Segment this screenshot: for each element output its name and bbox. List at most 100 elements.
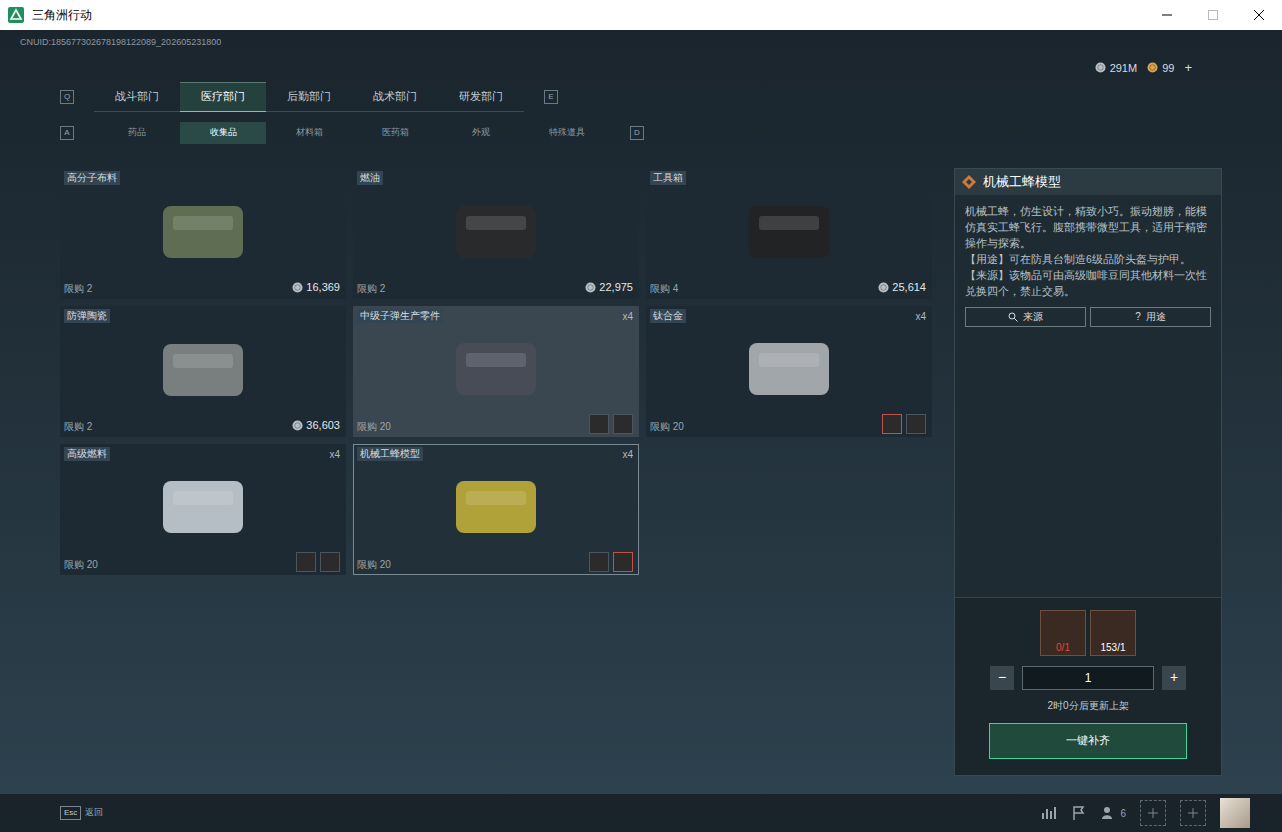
item-card[interactable]: 钛合金x4限购 20 xyxy=(646,306,932,437)
coin-icon xyxy=(585,282,596,293)
category-tab[interactable]: 药品 xyxy=(94,122,180,144)
item-name: 机械工蜂模型 xyxy=(357,447,423,461)
detail-header: 机械工蜂模型 xyxy=(955,169,1221,195)
item-limit: 限购 4 xyxy=(650,281,678,296)
material-slot xyxy=(589,414,609,434)
material-slot xyxy=(589,552,609,572)
coin-icon xyxy=(878,282,889,293)
category-tab[interactable]: 医药箱 xyxy=(352,122,438,144)
detail-title: 机械工蜂模型 xyxy=(983,172,1061,192)
key-hint: E xyxy=(544,90,558,104)
detail-panel: 机械工蜂模型机械工蜂，仿生设计，精致小巧。振动翅膀，能模仿真实工蜂飞行。腹部携带… xyxy=(954,168,1222,776)
minimize-button[interactable] xyxy=(1144,0,1190,30)
category-tab[interactable]: 特殊道具 xyxy=(524,122,610,144)
material-box[interactable]: 0/1 xyxy=(1040,610,1086,656)
key-hint: A xyxy=(60,126,74,140)
title-bar: 三角洲行动 xyxy=(0,0,1282,30)
material-slot xyxy=(296,552,316,572)
item-image xyxy=(436,467,556,547)
item-limit: 限购 20 xyxy=(357,419,391,434)
department-tab[interactable]: 医疗部门 xyxy=(180,82,266,112)
player-avatar[interactable] xyxy=(1220,798,1250,828)
item-name: 中级子弹生产零件 xyxy=(357,309,443,323)
department-tab[interactable]: 后勤部门 xyxy=(266,82,352,112)
material-box[interactable]: 153/1 xyxy=(1090,610,1136,656)
item-card[interactable]: 高级燃料 x4 限购 20 xyxy=(60,444,346,575)
department-tab[interactable]: 战术部门 xyxy=(352,82,438,112)
uid-text: CNUID:185677302678198122089_202605231800 xyxy=(20,36,221,50)
item-count: x4 xyxy=(622,309,635,324)
item-image xyxy=(729,192,849,272)
item-image xyxy=(436,192,556,272)
department-tab[interactable]: 战斗部门 xyxy=(94,82,180,112)
currency: 291M xyxy=(1095,60,1138,77)
bottom-bar: Esc 返回 6 xyxy=(0,794,1282,832)
item-name: 工具箱 xyxy=(650,171,686,185)
app-window: 三角洲行动CNUID:185677302678198122089_2026052… xyxy=(0,0,1282,832)
category-tabs: A 药品收集品材料箱医药箱外观特殊道具 D xyxy=(0,122,1282,144)
plus-icon xyxy=(1188,808,1198,818)
back-label[interactable]: 返回 xyxy=(85,806,103,820)
coin-icon xyxy=(1147,62,1158,73)
esc-key[interactable]: Esc xyxy=(60,806,81,820)
material-count: 0/1 xyxy=(1056,640,1070,655)
item-card[interactable]: 高分子布料限购 2 16,369 xyxy=(60,168,346,299)
flag-icon[interactable] xyxy=(1071,805,1087,821)
maximize-button[interactable] xyxy=(1190,0,1236,30)
plus-icon xyxy=(1148,808,1158,818)
plus-button[interactable]: + xyxy=(1162,666,1186,690)
item-name: 钛合金 xyxy=(650,309,686,323)
item-count: x4 xyxy=(329,447,342,462)
top-row: CNUID:185677302678198122089_202605231800… xyxy=(0,30,1282,78)
close-button[interactable] xyxy=(1236,0,1282,30)
invite-slot[interactable] xyxy=(1180,800,1206,826)
department-tabs: Q 战斗部门医疗部门后勤部门战术部门研发部门 E xyxy=(0,82,1282,112)
item-card[interactable]: 工具箱限购 4 25,614 xyxy=(646,168,932,299)
invite-slot[interactable] xyxy=(1140,800,1166,826)
minus-button[interactable]: − xyxy=(990,666,1014,690)
item-name: 高级燃料 xyxy=(64,447,110,461)
item-card[interactable]: 中级子弹生产零件 x4 限购 20 xyxy=(353,306,639,437)
quantity-stepper: −1 + xyxy=(990,666,1186,690)
currency: 99 xyxy=(1147,60,1174,77)
friends-button[interactable]: 6 xyxy=(1101,805,1126,821)
item-type-icon xyxy=(961,174,977,190)
category-tab[interactable]: 外观 xyxy=(438,122,524,144)
key-hint: D xyxy=(630,126,644,140)
fill-all-button[interactable]: 一键补齐 xyxy=(989,723,1187,759)
coin-icon xyxy=(292,282,303,293)
material-slot xyxy=(613,552,633,572)
category-tab[interactable]: 收集品 xyxy=(180,122,266,144)
item-limit: 限购 2 xyxy=(357,281,385,296)
quantity-field[interactable]: 1 xyxy=(1022,666,1154,690)
detail-button[interactable]: ?用途 xyxy=(1090,307,1211,327)
coin-icon xyxy=(292,420,303,431)
category-tab[interactable]: 材料箱 xyxy=(266,122,352,144)
item-image xyxy=(143,467,263,547)
minimize-icon xyxy=(1162,10,1172,20)
coin-icon xyxy=(1095,62,1106,73)
item-limit: 限购 2 xyxy=(64,281,92,296)
item-image xyxy=(143,330,263,410)
item-image xyxy=(729,329,849,409)
detail-button[interactable]: 来源 xyxy=(965,307,1086,327)
restock-timer: 2时0分后更新上架 xyxy=(1047,698,1128,713)
content: 高分子布料限购 216,369燃油限购 222,975工具箱限购 425,614… xyxy=(0,168,1282,776)
department-tab[interactable]: 研发部门 xyxy=(438,82,524,112)
item-price: 25,614 xyxy=(878,279,928,296)
item-count: x4 xyxy=(622,447,635,462)
item-card[interactable]: 防弹陶瓷限购 236,603 xyxy=(60,306,346,437)
stats-icon[interactable] xyxy=(1041,805,1057,821)
item-name: 燃油 xyxy=(357,171,383,185)
item-limit: 限购 20 xyxy=(64,557,98,572)
item-card[interactable]: 燃油限购 222,975 xyxy=(353,168,639,299)
item-price: 16,369 xyxy=(292,279,342,296)
item-count: x4 xyxy=(915,309,928,324)
app-logo-icon xyxy=(8,7,24,23)
key-hint: Q xyxy=(60,90,74,104)
material-slot xyxy=(613,414,633,434)
item-name: 高分子布料 xyxy=(64,171,120,185)
add-currency-button[interactable]: + xyxy=(1184,58,1192,78)
material-slot xyxy=(906,414,926,434)
item-card[interactable]: 机械工蜂模型x4限购 20 xyxy=(353,444,639,575)
